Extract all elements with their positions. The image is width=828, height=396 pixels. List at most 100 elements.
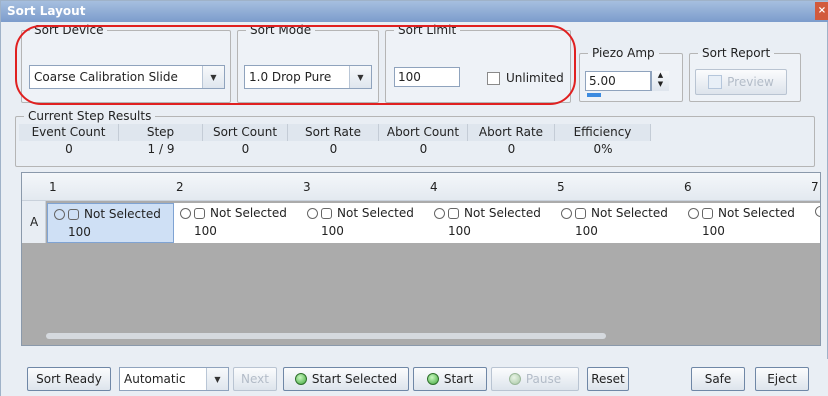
piezo-amp-input[interactable]: 5.00	[585, 71, 651, 91]
stat-value: 0%	[593, 142, 613, 156]
radio-icon[interactable]	[434, 207, 445, 219]
stat-header: Event Count	[19, 124, 119, 141]
column-header: 1	[49, 180, 57, 194]
grid-cell[interactable]: Not Selected 100	[682, 203, 809, 243]
stat-value: 0	[65, 142, 73, 156]
status-led-icon	[426, 373, 439, 385]
current-step-results-table: Event Count Step Sort Count Sort Rate Ab…	[19, 124, 651, 158]
checkbox-icon[interactable]	[321, 207, 332, 219]
checkbox-icon[interactable]	[448, 207, 459, 219]
cell-count: 100	[702, 224, 725, 238]
chevron-down-icon[interactable]: ▼	[206, 368, 228, 390]
sort-layout-window: Sort Layout × Sort Device Coarse Calibra…	[0, 0, 828, 396]
cell-status: Not Selected	[464, 206, 541, 220]
column-header: 5	[557, 180, 565, 194]
sort-ready-button[interactable]: Sort Ready	[27, 367, 111, 391]
radio-icon[interactable]	[815, 206, 820, 217]
piezo-amp-level-bar	[587, 93, 601, 97]
checkbox-icon[interactable]	[194, 207, 205, 219]
status-led-icon	[294, 373, 307, 385]
safe-button[interactable]: Safe	[691, 367, 745, 391]
column-header: 3	[303, 180, 311, 194]
reset-button[interactable]: Reset	[587, 367, 629, 391]
stat-header: Sort Rate	[288, 124, 379, 141]
column-header: 6	[684, 180, 692, 194]
reset-label: Reset	[591, 372, 625, 386]
mode-value: Automatic	[124, 372, 186, 386]
piezo-amp-stepper-icon[interactable]: ▲ ▼	[651, 71, 669, 91]
stat-header: Abort Count	[379, 124, 468, 141]
stat-header: Abort Rate	[468, 124, 555, 141]
mode-dropdown[interactable]: Automatic ▼	[119, 367, 229, 391]
row-header: A	[22, 201, 46, 243]
cell-status: Not Selected	[718, 206, 795, 220]
grid-cell[interactable]: Not Selected 100	[428, 203, 555, 243]
horizontal-scrollbar[interactable]	[46, 333, 606, 339]
stat-value: 1 / 9	[147, 142, 175, 156]
stat-header: Efficiency	[555, 124, 651, 141]
sort-report-legend: Sort Report	[702, 46, 771, 60]
cell-count: 100	[448, 224, 471, 238]
sort-device-dropdown[interactable]: Coarse Calibration Slide ▼	[29, 65, 225, 89]
close-icon[interactable]: ×	[815, 2, 828, 20]
eject-button[interactable]: Eject	[755, 367, 809, 391]
current-step-results-legend: Current Step Results	[28, 109, 152, 123]
start-label: Start	[443, 372, 474, 386]
cell-count: 100	[68, 225, 91, 239]
grid-cell[interactable]: Not Selected 100	[301, 203, 428, 243]
grid-cell[interactable]: Not Selected 100	[47, 203, 174, 243]
start-button[interactable]: Start	[413, 367, 487, 391]
grid-cell[interactable]: Not Selected 100	[174, 203, 301, 243]
grid-cell[interactable]	[809, 203, 820, 243]
radio-icon[interactable]	[307, 207, 318, 219]
checkbox-icon[interactable]	[702, 207, 713, 219]
sort-device-group: Sort Device	[21, 23, 231, 103]
radio-icon[interactable]	[180, 207, 191, 219]
cell-status: Not Selected	[210, 206, 287, 220]
sort-mode-value: 1.0 Drop Pure	[249, 70, 332, 84]
eject-label: Eject	[767, 372, 797, 386]
unlimited-checkbox[interactable]	[487, 72, 500, 85]
piezo-amp-legend: Piezo Amp	[592, 46, 655, 60]
title-bar: Sort Layout ×	[1, 1, 828, 22]
cell-status: Not Selected	[591, 206, 668, 220]
start-selected-label: Start Selected	[311, 372, 398, 386]
checkbox-icon[interactable]	[575, 207, 586, 219]
column-header: 7	[811, 180, 819, 194]
sort-grid: 1 2 3 4 5 6 7 A Not Selected 100 Not Sel…	[21, 172, 821, 346]
checkbox-icon[interactable]	[68, 208, 79, 220]
sort-device-value: Coarse Calibration Slide	[34, 70, 178, 84]
column-header-row: 1 2 3 4 5 6 7	[22, 173, 820, 201]
next-button[interactable]: Next	[233, 367, 277, 391]
radio-icon[interactable]	[561, 207, 572, 219]
sort-mode-legend: Sort Mode	[250, 23, 312, 37]
column-header: 2	[176, 180, 184, 194]
sort-mode-dropdown[interactable]: 1.0 Drop Pure ▼	[244, 65, 372, 89]
preview-icon	[708, 75, 723, 89]
stat-value: 0	[329, 142, 338, 156]
status-led-icon	[508, 373, 521, 385]
start-selected-button[interactable]: Start Selected	[283, 367, 409, 391]
pause-label: Pause	[525, 372, 562, 386]
sort-limit-input[interactable]: 100	[394, 67, 460, 87]
stat-header: Step	[119, 124, 203, 141]
window-title: Sort Layout	[7, 4, 86, 18]
preview-button[interactable]: Preview	[695, 69, 787, 95]
radio-icon[interactable]	[54, 208, 65, 220]
radio-icon[interactable]	[688, 207, 699, 219]
sort-mode-group: Sort Mode	[237, 23, 379, 103]
grid-cell[interactable]: Not Selected 100	[555, 203, 682, 243]
chevron-down-icon[interactable]: ▼	[349, 66, 371, 88]
sort-limit-group: Sort Limit	[385, 23, 571, 103]
pause-button[interactable]: Pause	[491, 367, 579, 391]
stat-value: 0	[507, 142, 516, 156]
preview-label: Preview	[727, 75, 774, 89]
cell-status: Not Selected	[337, 206, 414, 220]
cell-count: 100	[194, 224, 217, 238]
chevron-down-icon[interactable]: ▼	[202, 66, 224, 88]
bottom-toolbar: Sort Ready Automatic ▼ Next Start Select…	[1, 359, 828, 396]
next-label: Next	[241, 372, 269, 386]
sort-limit-legend: Sort Limit	[398, 23, 457, 37]
cell-status: Not Selected	[84, 207, 161, 221]
cell-count: 100	[575, 224, 598, 238]
